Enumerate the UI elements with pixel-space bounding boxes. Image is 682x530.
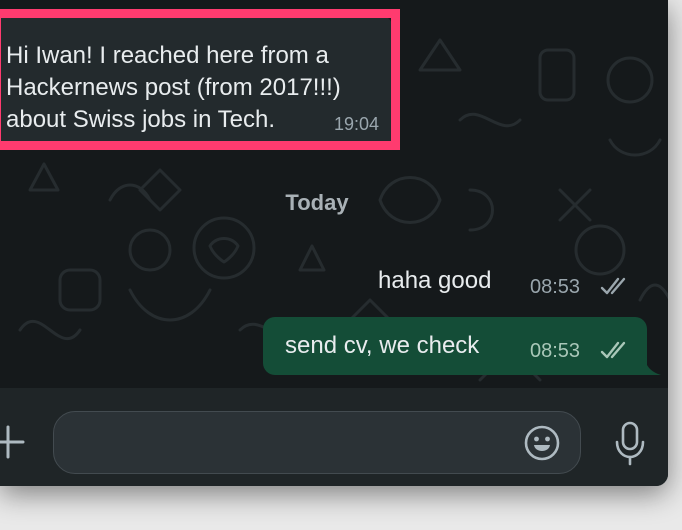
double-check-icon: [600, 341, 626, 359]
outgoing-message-text: send cv, we check: [285, 332, 480, 359]
incoming-message-time: 19:04: [334, 114, 380, 134]
outgoing-bubble-tail: [645, 356, 661, 375]
outgoing-message-time: 08:53: [530, 276, 581, 298]
outgoing-message-time: 08:53: [530, 340, 581, 362]
message-input[interactable]: [53, 411, 581, 474]
outgoing-message-text[interactable]: haha good: [378, 267, 491, 295]
plus-icon[interactable]: [0, 424, 26, 460]
smiley-icon[interactable]: [523, 424, 561, 462]
chat-message-area[interactable]: Hi Iwan! I reached here from a Hackernew…: [0, 0, 668, 388]
date-separator: Today: [285, 190, 349, 215]
microphone-icon[interactable]: [612, 420, 648, 466]
chat-window: Hi Iwan! I reached here from a Hackernew…: [0, 0, 668, 486]
double-check-icon: [600, 277, 626, 295]
